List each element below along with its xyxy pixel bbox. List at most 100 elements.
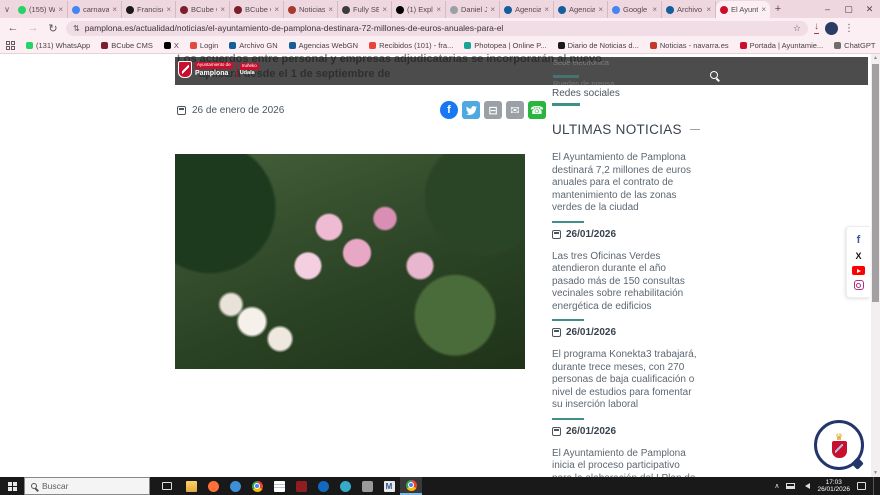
browser-tab[interactable]: BCube C × (176, 1, 230, 18)
tab-close-icon[interactable]: × (490, 5, 495, 14)
bookmark-item[interactable]: ChatGPT (834, 41, 875, 50)
bookmark-item[interactable]: Archivo GN (229, 41, 278, 50)
scroll-up-icon[interactable]: ▲ (871, 55, 880, 61)
news-item[interactable]: El programa Konekta3 trabajará, durante … (552, 349, 700, 437)
back-icon[interactable]: ← (6, 22, 20, 34)
page-scrollbar[interactable]: ▲ ▼ (871, 54, 880, 477)
email-share-button[interactable]: ✉ (506, 101, 524, 119)
tab-close-icon[interactable]: × (112, 5, 117, 14)
browser-tab[interactable]: BCube C × (230, 1, 284, 18)
browser-tab[interactable]: Francisc × (122, 1, 176, 18)
taskbar-app[interactable] (268, 477, 290, 495)
news-item-title[interactable]: El programa Konekta3 trabajará, durante … (552, 349, 700, 412)
window-close-button[interactable]: ✕ (859, 0, 880, 18)
browser-tab[interactable]: Google × (608, 1, 662, 18)
taskbar-clock[interactable]: 17:03 26/01/2026 (817, 479, 850, 494)
facebook-share-button[interactable]: f (440, 101, 458, 119)
tab-close-icon[interactable]: × (761, 5, 766, 14)
site-info-icon[interactable]: ⇅ (73, 24, 80, 33)
instagram-icon[interactable] (853, 280, 864, 291)
tab-close-icon[interactable]: × (166, 5, 171, 14)
profile-avatar[interactable] (825, 21, 838, 35)
facebook-icon[interactable]: f (857, 234, 861, 246)
taskbar-app[interactable] (224, 477, 246, 495)
show-desktop-strip[interactable] (873, 477, 876, 495)
tab-close-icon[interactable]: × (58, 5, 63, 14)
action-center-icon[interactable] (857, 482, 866, 490)
youtube-icon[interactable] (852, 266, 865, 276)
bookmark-item[interactable]: Portada | Ayuntamie... (739, 41, 823, 50)
tab-close-icon[interactable]: × (706, 5, 711, 14)
bookmark-item[interactable]: (131) WhatsApp (26, 41, 90, 50)
news-item[interactable]: Las tres Oficinas Verdes atendieron dura… (552, 251, 700, 338)
browser-tab[interactable]: (155) Wh × (14, 1, 68, 18)
tab-close-icon[interactable]: × (382, 5, 387, 14)
x-icon[interactable]: X (855, 251, 861, 261)
browser-tab[interactable]: El Ayunt × (716, 1, 770, 18)
bookmark-item[interactable]: BCube CMS (101, 41, 153, 50)
scrollbar-thumb[interactable] (872, 64, 879, 302)
apps-grid-icon[interactable] (6, 41, 15, 50)
taskbar-app[interactable]: M (378, 477, 400, 495)
new-tab-button[interactable]: + (770, 1, 786, 18)
start-button[interactable] (0, 477, 24, 495)
taskbar-app[interactable] (334, 477, 356, 495)
forward-icon[interactable]: → (26, 22, 40, 34)
chat-widget[interactable]: ♛ (814, 420, 864, 470)
tab-search-caret-icon[interactable]: ∨ (0, 2, 14, 18)
bookmark-item[interactable]: Diario de Noticias d... (557, 41, 639, 50)
pamplona-logo[interactable]: Ayuntamiento de Pamplona Iruñeko Udala (178, 61, 259, 78)
site-search-button[interactable] (710, 66, 718, 84)
tray-expand-icon[interactable]: ∧ (774, 482, 779, 490)
maximize-button[interactable]: ▢ (838, 0, 859, 18)
taskbar-app[interactable] (180, 477, 202, 495)
bookmark-item[interactable]: Photopea | Online P... (464, 41, 547, 50)
tab-close-icon[interactable]: × (652, 5, 657, 14)
news-item-title[interactable]: El Ayuntamiento de Pamplona destinará 7,… (552, 152, 700, 215)
browser-tab[interactable]: carnava × (68, 1, 122, 18)
tab-close-icon[interactable]: × (220, 5, 225, 14)
task-view-button[interactable] (156, 477, 178, 495)
taskbar-app[interactable] (312, 477, 334, 495)
twitter-share-button[interactable] (462, 101, 480, 119)
print-share-button[interactable]: ⊟ (484, 101, 502, 119)
taskbar-app[interactable] (202, 477, 224, 495)
browser-tab[interactable]: Fully SE × (338, 1, 392, 18)
tab-close-icon[interactable]: × (274, 5, 279, 14)
news-item[interactable]: El Ayuntamiento de Pamplona destinará 7,… (552, 152, 700, 240)
bookmark-item[interactable]: Agencias WebGN (288, 41, 358, 50)
taskbar-app[interactable] (246, 477, 268, 495)
bookmark-item[interactable]: Noticias - navarra.es (649, 41, 729, 50)
network-icon[interactable] (786, 483, 796, 489)
bookmark-item[interactable]: X (163, 41, 179, 50)
news-item[interactable]: El Ayuntamiento de Pamplona inicia el pr… (552, 448, 700, 478)
url-text[interactable]: pamplona.es/actualidad/noticias/el-ayunt… (85, 23, 788, 33)
taskbar-app[interactable] (290, 477, 312, 495)
browser-tab[interactable]: Archivo × (662, 1, 716, 18)
minimize-button[interactable]: – (817, 0, 838, 18)
taskbar-search-box[interactable]: Buscar (24, 477, 150, 495)
browser-menu-icon[interactable]: ⋮ (844, 23, 854, 34)
tab-close-icon[interactable]: × (328, 5, 333, 14)
downloads-icon[interactable]: ↓ (814, 22, 819, 34)
scroll-down-icon[interactable]: ▼ (871, 470, 880, 476)
bookmark-star-icon[interactable]: ☆ (793, 23, 801, 34)
news-item-title[interactable]: Las tres Oficinas Verdes atendieron dura… (552, 251, 700, 314)
address-bar[interactable]: ⇅ pamplona.es/actualidad/noticias/el-ayu… (66, 20, 808, 36)
reload-icon[interactable]: ↻ (46, 22, 60, 35)
taskbar-app[interactable] (400, 477, 422, 495)
tab-close-icon[interactable]: × (598, 5, 603, 14)
whatsapp-share-button[interactable]: ☎ (528, 101, 546, 119)
volume-icon[interactable] (802, 483, 811, 489)
bookmark-item[interactable]: Recibidos (101) - fra... (369, 41, 453, 50)
tab-close-icon[interactable]: × (544, 5, 549, 14)
browser-tab[interactable]: Agencia × (500, 1, 554, 18)
news-item-title[interactable]: El Ayuntamiento de Pamplona inicia el pr… (552, 448, 700, 478)
browser-tab[interactable]: Noticias × (284, 1, 338, 18)
taskbar-app[interactable] (356, 477, 378, 495)
tab-close-icon[interactable]: × (436, 5, 441, 14)
browser-tab[interactable]: Agencia × (554, 1, 608, 18)
bookmark-item[interactable]: Login (189, 41, 218, 50)
browser-tab[interactable]: Daniel J × (446, 1, 500, 18)
browser-tab[interactable]: (1) Expl × (392, 1, 446, 18)
